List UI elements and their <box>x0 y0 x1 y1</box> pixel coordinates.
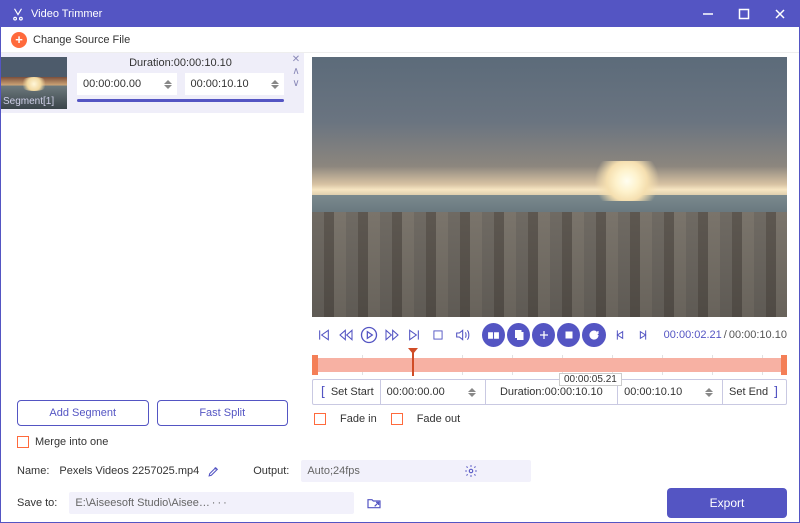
open-folder-icon[interactable] <box>366 495 382 511</box>
bracket-right-icon: ] <box>772 385 780 400</box>
range-end-value: 00:00:10.10 <box>624 386 702 398</box>
segments-panel: Segment[1] Duration:00:00:10.10 00:00:00… <box>1 53 304 456</box>
range-start-value: 00:00:00.00 <box>387 386 465 398</box>
spin-down-icon[interactable] <box>468 393 476 397</box>
timeline-handle-end[interactable] <box>781 355 787 375</box>
fast-split-button[interactable]: Fast Split <box>157 400 289 426</box>
timeline-playhead[interactable] <box>412 352 414 376</box>
reset-button[interactable] <box>582 323 605 347</box>
set-start-button[interactable]: [Set Start <box>313 380 380 404</box>
timeline-selection <box>314 358 785 372</box>
close-window-button[interactable] <box>765 1 795 27</box>
merge-label: Merge into one <box>35 436 108 448</box>
skip-start-icon[interactable] <box>312 324 333 346</box>
segment-end-value: 00:00:10.10 <box>191 78 269 90</box>
gear-icon[interactable] <box>416 463 525 479</box>
segment-progress-bar <box>77 99 284 102</box>
delete-button[interactable] <box>557 323 580 347</box>
timeline[interactable]: 00:00:05.21 <box>312 355 787 375</box>
range-start-input[interactable]: 00:00:00.00 <box>381 380 485 404</box>
add-segment-button[interactable]: Add Segment <box>17 400 149 426</box>
output-label: Output: <box>253 465 289 477</box>
segment-thumbnail: Segment[1] <box>1 57 67 109</box>
preview-panel: 00:00:02.21/00:00:10.10 00:00:05.21 [Set… <box>304 53 799 456</box>
range-duration-value: 00:00:10.10 <box>545 386 603 398</box>
time-sep: / <box>724 329 727 341</box>
browse-path-icon[interactable]: ··· <box>212 497 348 509</box>
skip-end-icon[interactable] <box>405 324 426 346</box>
spin-up-icon[interactable] <box>468 388 476 392</box>
segment-index-label: Segment[1] <box>3 96 54 107</box>
export-button[interactable]: Export <box>667 488 787 518</box>
minimize-button[interactable] <box>693 1 723 27</box>
segment-row[interactable]: Segment[1] Duration:00:00:10.10 00:00:00… <box>1 53 304 113</box>
segment-duration-value: 00:00:10.10 <box>174 57 232 69</box>
split-button[interactable] <box>482 323 505 347</box>
segment-close-icon[interactable]: ✕ <box>292 55 300 65</box>
play-icon[interactable] <box>358 324 379 346</box>
title-bar: Video Trimmer <box>1 1 799 27</box>
add-icon[interactable]: + <box>11 32 27 48</box>
add-clip-button[interactable] <box>532 323 555 347</box>
source-toolbar: + Change Source File <box>1 27 799 53</box>
segment-down-icon[interactable]: ∨ <box>292 79 299 89</box>
mark-out-icon[interactable] <box>633 324 654 346</box>
timeline-tooltip: 00:00:05.21 <box>559 373 622 386</box>
app-title: Video Trimmer <box>31 8 102 20</box>
fade-out-label: Fade out <box>417 413 460 425</box>
current-time: 00:00:02.21 <box>664 329 722 341</box>
output-value: Auto;24fps <box>307 465 416 477</box>
copy-button[interactable] <box>507 323 530 347</box>
rewind-icon[interactable] <box>335 324 356 346</box>
fade-in-label: Fade in <box>340 413 377 425</box>
app-window: Video Trimmer + Change Source File Segme… <box>0 0 800 523</box>
segment-duration-label: Duration: <box>129 57 174 69</box>
save-path-value: E:\Aiseesoft Studio\Aiseesoft Video Conv… <box>75 497 211 509</box>
spin-up-icon[interactable] <box>705 388 713 392</box>
range-duration-label: Duration: <box>500 386 545 398</box>
bracket-left-icon: [ <box>319 385 327 400</box>
save-to-label: Save to: <box>17 497 57 509</box>
edit-name-icon[interactable] <box>205 463 221 479</box>
mark-in-icon[interactable] <box>610 324 631 346</box>
spin-up-icon[interactable] <box>271 80 279 84</box>
segment-up-icon[interactable]: ∧ <box>292 67 299 77</box>
spin-down-icon[interactable] <box>705 393 713 397</box>
app-logo-icon <box>11 7 25 21</box>
main-area: Segment[1] Duration:00:00:10.10 00:00:00… <box>1 53 799 456</box>
video-preview[interactable] <box>312 57 787 317</box>
output-select[interactable]: Auto;24fps <box>301 460 531 482</box>
volume-icon[interactable] <box>451 324 472 346</box>
segment-details: Duration:00:00:10.10 00:00:00.00 00:00:1… <box>73 53 288 102</box>
spin-up-icon[interactable] <box>164 80 172 84</box>
maximize-button[interactable] <box>729 1 759 27</box>
spin-down-icon[interactable] <box>164 85 172 89</box>
set-end-button[interactable]: Set End] <box>723 380 786 404</box>
range-end-input[interactable]: 00:00:10.10 <box>618 380 722 404</box>
merge-checkbox[interactable] <box>17 436 29 448</box>
segment-end-input[interactable]: 00:00:10.10 <box>185 73 285 95</box>
footer: Name: Pexels Videos 2257025.mp4 Output: … <box>1 456 799 522</box>
fade-out-checkbox[interactable] <box>391 413 403 425</box>
total-time: 00:00:10.10 <box>729 329 787 341</box>
fade-in-checkbox[interactable] <box>314 413 326 425</box>
stop-icon[interactable] <box>428 324 449 346</box>
segment-start-input[interactable]: 00:00:00.00 <box>77 73 177 95</box>
name-value: Pexels Videos 2257025.mp4 <box>59 465 199 477</box>
segment-start-value: 00:00:00.00 <box>83 78 161 90</box>
transport-bar: 00:00:02.21/00:00:10.10 <box>312 317 787 353</box>
forward-icon[interactable] <box>382 324 403 346</box>
range-row: [Set Start 00:00:00.00 Duration:00:00:10… <box>312 379 787 405</box>
change-source-button[interactable]: Change Source File <box>33 34 130 46</box>
save-path-box[interactable]: E:\Aiseesoft Studio\Aiseesoft Video Conv… <box>69 492 354 514</box>
timeline-handle-start[interactable] <box>312 355 318 375</box>
name-label: Name: <box>17 465 49 477</box>
spin-down-icon[interactable] <box>271 85 279 89</box>
